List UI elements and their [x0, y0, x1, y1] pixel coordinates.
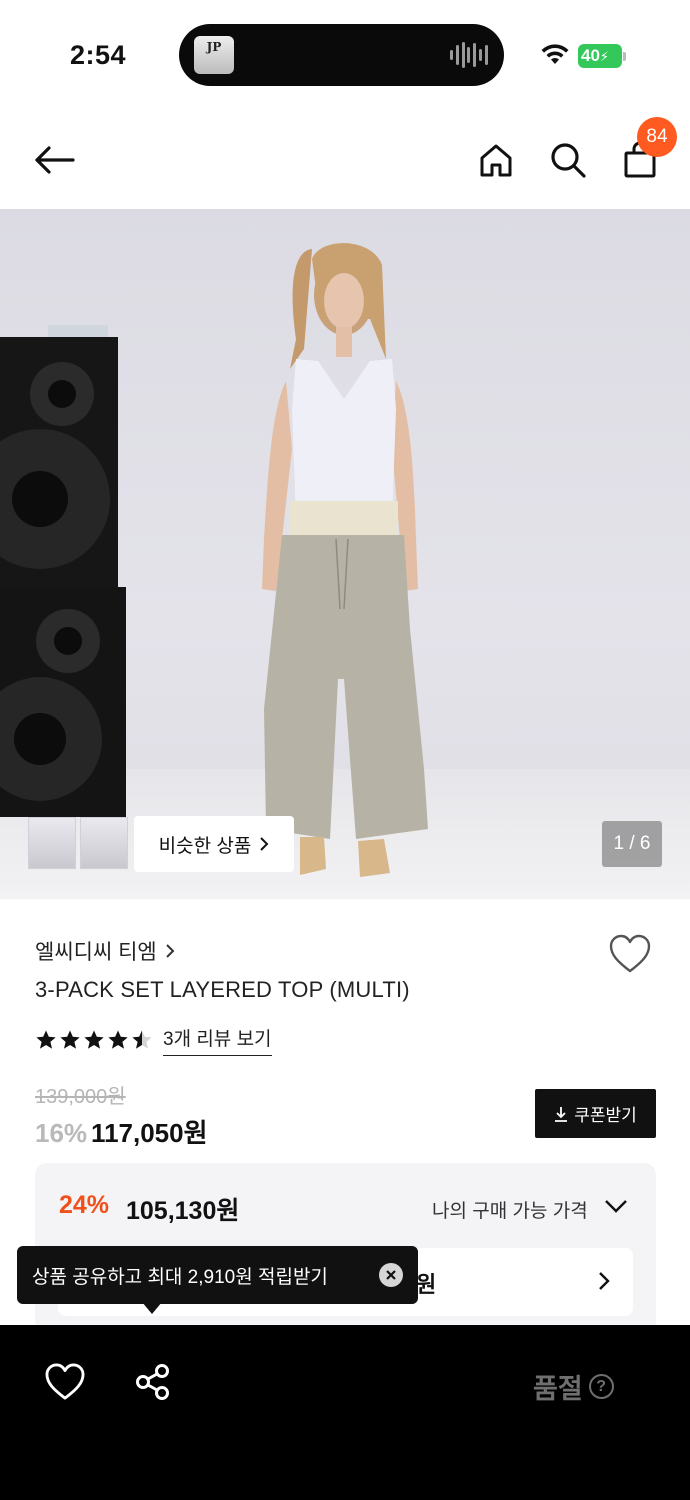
battery-indicator: 40⚡ — [578, 44, 622, 68]
dynamic-island[interactable]: JP — [179, 24, 504, 86]
status-bar: 2:54 JP 40⚡ — [0, 0, 690, 110]
close-icon — [386, 1270, 396, 1280]
similar-products-label: 비슷한 상품 — [158, 835, 252, 857]
sale-price: 117,050원 — [91, 1118, 208, 1148]
reviews-link[interactable]: 3개 리뷰 보기 — [163, 1024, 272, 1056]
cart-count-badge: 84 — [637, 117, 677, 157]
product-name: 3-PACK SET LAYERED TOP (MULTI) — [35, 977, 410, 1002]
star-half-icon — [132, 1030, 152, 1049]
status-time: 2:54 — [70, 40, 127, 70]
my-price-toggle[interactable]: 나의 구매 가능 가격 — [432, 1196, 588, 1223]
original-price: 139,000원 — [35, 1086, 126, 1108]
chevron-right-icon — [599, 1272, 610, 1290]
download-icon — [555, 1106, 568, 1122]
benefit-value: 원 — [416, 1272, 437, 1297]
battery-level: 40 — [581, 46, 600, 65]
chevron-right-icon — [166, 944, 175, 958]
chevron-right-icon — [260, 837, 269, 851]
thumbnail-strip — [28, 817, 128, 869]
soldout-button[interactable]: 품절 ? — [533, 1367, 614, 1406]
tooltip-tail — [142, 1302, 162, 1314]
now-playing-thumbnail: JP — [194, 36, 234, 74]
back-button[interactable] — [30, 136, 78, 184]
brand-name: 엘씨디씨 티엠 — [35, 941, 157, 964]
bottom-wishlist-button[interactable] — [44, 1363, 86, 1406]
star-full-icon — [36, 1030, 56, 1049]
bottom-action-bar: 품절 ? — [0, 1325, 690, 1500]
product-photo — [0, 243, 428, 877]
search-button[interactable] — [544, 136, 592, 184]
price-row: 16% 117,050원 — [35, 1113, 208, 1150]
search-icon — [551, 143, 586, 178]
soldout-label: 품절 — [533, 1374, 583, 1404]
share-reward-tooltip: 상품 공유하고 최대 2,910원 적립받기 — [17, 1246, 418, 1304]
best-discount-rate: 24% — [59, 1191, 110, 1219]
share-button[interactable] — [134, 1363, 172, 1406]
audio-waveform-icon — [450, 41, 488, 69]
wishlist-button[interactable] — [608, 934, 656, 976]
tooltip-close-button[interactable] — [379, 1263, 403, 1287]
heart-icon — [45, 1363, 85, 1400]
back-arrow-icon — [35, 146, 75, 174]
star-rating — [35, 1029, 153, 1051]
brand-link[interactable]: 엘씨디씨 티엠 — [35, 936, 175, 966]
similar-products-button[interactable]: 비슷한 상품 — [134, 816, 294, 872]
rating-row: 3개 리뷰 보기 — [35, 1024, 272, 1056]
thumbnail-1[interactable] — [28, 817, 76, 869]
share-icon — [136, 1364, 169, 1400]
discount-rate: 16% — [35, 1118, 88, 1148]
battery-cap — [623, 52, 626, 61]
star-full-icon — [108, 1030, 128, 1049]
coupon-label: 쿠폰받기 — [574, 1106, 637, 1125]
help-icon[interactable]: ? — [588, 1374, 614, 1399]
best-price: 105,130원 — [126, 1197, 240, 1225]
heart-icon — [609, 934, 651, 973]
app-header — [0, 110, 690, 210]
home-icon — [480, 144, 512, 177]
charging-bolt-icon: ⚡ — [599, 49, 610, 64]
chevron-down-icon[interactable] — [603, 1197, 629, 1215]
tooltip-text: 상품 공유하고 최대 2,910원 적립받기 — [32, 1266, 328, 1288]
star-full-icon — [84, 1030, 104, 1049]
coupon-button[interactable]: 쿠폰받기 — [535, 1089, 656, 1138]
star-full-icon — [60, 1030, 80, 1049]
home-button[interactable] — [472, 136, 520, 184]
product-image-carousel[interactable]: 비슷한 상품 1 / 6 — [0, 209, 690, 899]
image-page-indicator: 1 / 6 — [602, 821, 662, 867]
wifi-icon — [541, 44, 569, 64]
thumbnail-2[interactable] — [80, 817, 128, 869]
